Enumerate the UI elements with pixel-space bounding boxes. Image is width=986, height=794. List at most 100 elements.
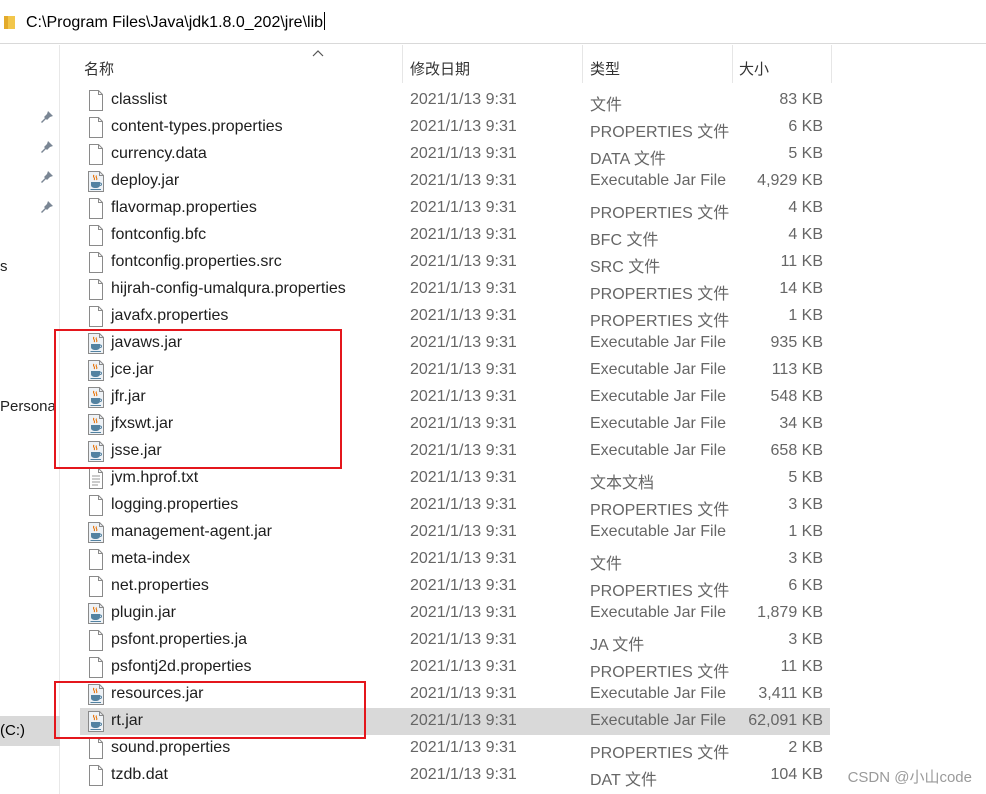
file-date-modified: 2021/1/13 9:31 [410, 118, 517, 135]
file-size: 34 KB [779, 415, 823, 432]
file-row[interactable]: meta-index 2021/1/13 9:31 文件 3 KB [80, 546, 830, 573]
file-size: 6 KB [788, 118, 823, 135]
file-icon [87, 765, 105, 786]
file-row[interactable]: currency.data 2021/1/13 9:31 DATA 文件 5 KB [80, 141, 830, 168]
highlight-box [54, 329, 342, 469]
file-icon [87, 306, 105, 327]
file-row[interactable]: plugin.jar 2021/1/13 9:31 Executable Jar F… [80, 600, 830, 627]
file-row[interactable]: content-types.properties 2021/1/13 9:31 PR… [80, 114, 830, 141]
file-row[interactable]: fontconfig.bfc 2021/1/13 9:31 BFC 文件 4 KB [80, 222, 830, 249]
file-name: deploy.jar [111, 172, 180, 189]
file-row[interactable]: classlist 2021/1/13 9:31 文件 83 KB [80, 87, 830, 114]
file-name: hijrah-config-umalqura.properties [111, 280, 346, 297]
pin-icon[interactable] [40, 170, 54, 184]
file-row[interactable]: fontconfig.properties.src 2021/1/13 9:31 S… [80, 249, 830, 276]
file-size: 2 KB [788, 739, 823, 756]
file-size: 548 KB [770, 388, 823, 405]
file-size: 62,091 KB [748, 712, 823, 729]
file-date-modified: 2021/1/13 9:31 [410, 91, 517, 108]
file-row[interactable]: tzdb.dat 2021/1/13 9:31 DAT 文件 104 KB [80, 762, 830, 789]
file-row[interactable]: flavormap.properties 2021/1/13 9:31 PROPER… [80, 195, 830, 222]
file-size: 1 KB [788, 307, 823, 324]
file-icon [87, 198, 105, 219]
file-row[interactable]: net.properties 2021/1/13 9:31 PROPERTIES 文… [80, 573, 830, 600]
file-size: 658 KB [770, 442, 823, 459]
file-name: psfontj2d.properties [111, 658, 252, 675]
pin-icon[interactable] [40, 140, 54, 154]
file-icon [87, 549, 105, 570]
file-icon [87, 657, 105, 678]
file-type: PROPERTIES 文件 [590, 286, 730, 303]
file-row[interactable]: psfontj2d.properties 2021/1/13 9:31 PROPER… [80, 654, 830, 681]
file-type: Executable Jar File [590, 415, 727, 432]
file-date-modified: 2021/1/13 9:31 [410, 172, 517, 189]
file-date-modified: 2021/1/13 9:31 [410, 469, 517, 486]
address-path[interactable]: C:\Program Files\Java\jdk1.8.0_202\jre\l… [26, 12, 326, 32]
file-type: 文件 [590, 556, 623, 573]
file-size: 11 KB [780, 658, 823, 675]
file-row[interactable]: javafx.properties 2021/1/13 9:31 PROPERTIE… [80, 303, 830, 330]
file-type: Executable Jar File [590, 388, 727, 405]
file-icon [87, 225, 105, 246]
nav-item-personal[interactable]: Persona [0, 398, 56, 415]
file-type: Executable Jar File [590, 523, 727, 540]
java-jar-icon [87, 603, 105, 624]
column-date-modified[interactable]: 修改日期 [406, 45, 583, 83]
nav-item-partial[interactable]: s [0, 258, 8, 275]
file-type: 文件 [590, 97, 623, 114]
pin-icon[interactable] [40, 200, 54, 214]
file-icon [87, 738, 105, 759]
file-size: 935 KB [770, 334, 823, 351]
file-date-modified: 2021/1/13 9:31 [410, 496, 517, 513]
pin-icon[interactable] [40, 110, 54, 124]
file-date-modified: 2021/1/13 9:31 [410, 388, 517, 405]
file-size: 11 KB [780, 253, 823, 270]
file-row[interactable]: hijrah-config-umalqura.properties 2021/1/… [80, 276, 830, 303]
file-name: meta-index [111, 550, 191, 567]
file-date-modified: 2021/1/13 9:31 [410, 361, 517, 378]
file-size: 3 KB [788, 550, 823, 567]
file-date-modified: 2021/1/13 9:31 [410, 523, 517, 540]
file-date-modified: 2021/1/13 9:31 [410, 226, 517, 243]
file-type: PROPERTIES 文件 [590, 313, 730, 330]
address-bar[interactable]: C:\Program Files\Java\jdk1.8.0_202\jre\l… [0, 0, 986, 44]
file-type: Executable Jar File [590, 685, 727, 702]
file-row[interactable]: logging.properties 2021/1/13 9:31 PROPERTI… [80, 492, 830, 519]
file-type: DATA 文件 [590, 151, 666, 168]
file-name: flavormap.properties [111, 199, 257, 216]
file-name: plugin.jar [111, 604, 176, 621]
file-icon [87, 144, 105, 165]
file-size: 4 KB [788, 226, 823, 243]
file-name: tzdb.dat [111, 766, 168, 783]
java-jar-icon [87, 522, 105, 543]
nav-item-drive-c[interactable]: (C:) [0, 716, 60, 746]
file-icon [87, 252, 105, 273]
file-row[interactable]: sound.properties 2021/1/13 9:31 PROPERTIES… [80, 735, 830, 762]
file-name: currency.data [111, 145, 207, 162]
column-type[interactable]: 类型 [586, 45, 733, 83]
file-date-modified: 2021/1/13 9:31 [410, 631, 517, 648]
file-type: PROPERTIES 文件 [590, 745, 730, 762]
file-date-modified: 2021/1/13 9:31 [410, 253, 517, 270]
file-date-modified: 2021/1/13 9:31 [410, 199, 517, 216]
file-row[interactable]: deploy.jar 2021/1/13 9:31 Executable Jar F… [80, 168, 830, 195]
file-date-modified: 2021/1/13 9:31 [410, 415, 517, 432]
nav-drive-label: (C:) [0, 722, 25, 739]
file-row[interactable]: management-agent.jar 2021/1/13 9:31 Execut… [80, 519, 830, 546]
file-type: 文本文档 [590, 475, 655, 492]
file-type: Executable Jar File [590, 361, 727, 378]
file-row[interactable]: psfont.properties.ja 2021/1/13 9:31 JA 文件 3… [80, 627, 830, 654]
column-size[interactable]: 大小 [735, 45, 832, 83]
file-type: PROPERTIES 文件 [590, 583, 730, 600]
column-name[interactable]: 名称 [80, 45, 403, 83]
file-type: PROPERTIES 文件 [590, 664, 730, 681]
file-type: Executable Jar File [590, 604, 727, 621]
file-size: 6 KB [788, 577, 823, 594]
file-row[interactable]: jvm.hprof.txt 2021/1/13 9:31 文本文档 5 KB [80, 465, 830, 492]
java-jar-icon [87, 171, 105, 192]
file-type: Executable Jar File [590, 442, 727, 459]
file-name: management-agent.jar [111, 523, 272, 540]
file-size: 4,929 KB [757, 172, 823, 189]
file-type: SRC 文件 [590, 259, 661, 276]
file-date-modified: 2021/1/13 9:31 [410, 334, 517, 351]
